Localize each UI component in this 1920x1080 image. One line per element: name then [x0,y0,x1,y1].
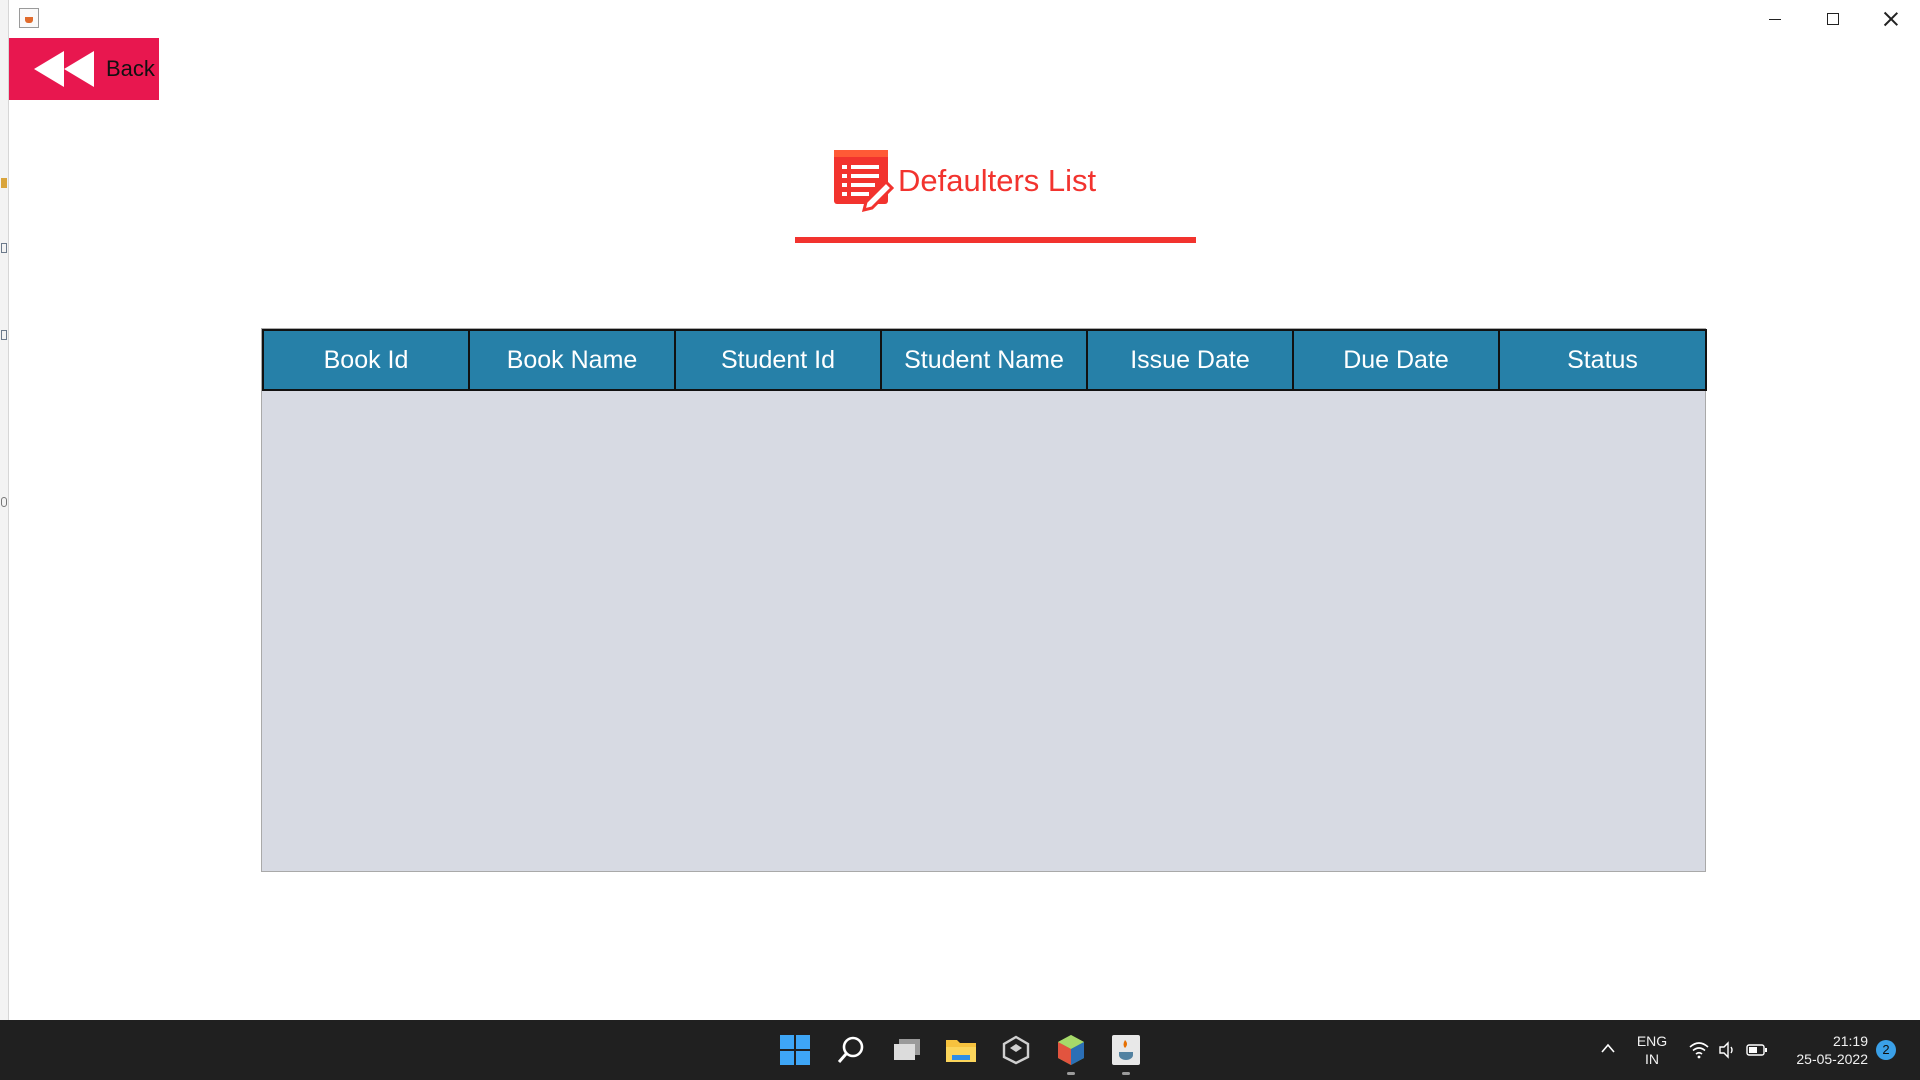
rewind-icon [34,51,94,87]
speaker-icon[interactable] [1718,1041,1736,1059]
search-icon[interactable] [833,1032,869,1068]
folder-icon [1,178,7,188]
file-icon [1,330,7,340]
column-header-student-id[interactable]: Student Id [674,329,882,391]
region-code: IN [1645,1051,1659,1067]
column-header-issue-date[interactable]: Issue Date [1086,329,1294,391]
file-explorer-icon[interactable] [943,1032,979,1068]
back-label: Back [106,56,155,81]
clock-time: 21:19 [1832,1033,1868,1049]
table-body[interactable] [262,391,1705,871]
taskbar: ENG IN 21:19 25-05-2022 [0,1020,1920,1080]
column-header-student-name[interactable]: Student Name [880,329,1088,391]
clock[interactable]: 21:19 25-05-2022 [1784,1032,1868,1068]
page-title: Defaulters List [898,163,1097,198]
minimize-button[interactable] [1746,0,1804,38]
clock-date: 25-05-2022 [1796,1051,1868,1067]
file-icon [1,243,7,253]
maximize-button[interactable] [1804,0,1862,38]
table-header: Book Id Book Name Student Id Student Nam… [262,329,1707,391]
task-view-icon[interactable] [889,1032,925,1068]
netbeans-icon[interactable] [1053,1032,1089,1075]
back-button[interactable]: Back [9,38,159,100]
close-button[interactable] [1862,0,1920,38]
page-heading: Defaulters List [830,148,1096,214]
notification-badge[interactable]: 2 [1876,1040,1896,1060]
circle-icon [1,497,7,507]
column-header-book-name[interactable]: Book Name [468,329,676,391]
language-code: ENG [1636,1033,1668,1049]
column-header-due-date[interactable]: Due Date [1292,329,1500,391]
chevron-up-icon[interactable] [1600,1042,1616,1054]
battery-icon[interactable] [1746,1042,1768,1058]
heading-underline [795,237,1196,243]
column-header-book-id[interactable]: Book Id [262,329,470,391]
start-icon[interactable] [777,1032,813,1068]
java-app-icon [19,8,39,28]
app-window: Back Defaulters List Book Id Book Name S… [0,0,1920,1020]
maximize-icon [1827,13,1839,25]
close-icon [1884,12,1898,26]
minimize-icon [1769,18,1781,20]
java-icon[interactable] [1108,1032,1144,1075]
title-bar [9,0,1920,38]
wifi-icon[interactable] [1688,1041,1710,1059]
unity-icon[interactable] [998,1032,1034,1068]
list-edit-icon [834,150,894,213]
background-window-edge [0,0,9,1020]
window-controls [1746,0,1920,38]
column-header-status[interactable]: Status [1498,329,1707,391]
defaulters-table[interactable]: Book Id Book Name Student Id Student Nam… [261,328,1707,872]
language-indicator[interactable]: ENG IN [1630,1032,1674,1068]
